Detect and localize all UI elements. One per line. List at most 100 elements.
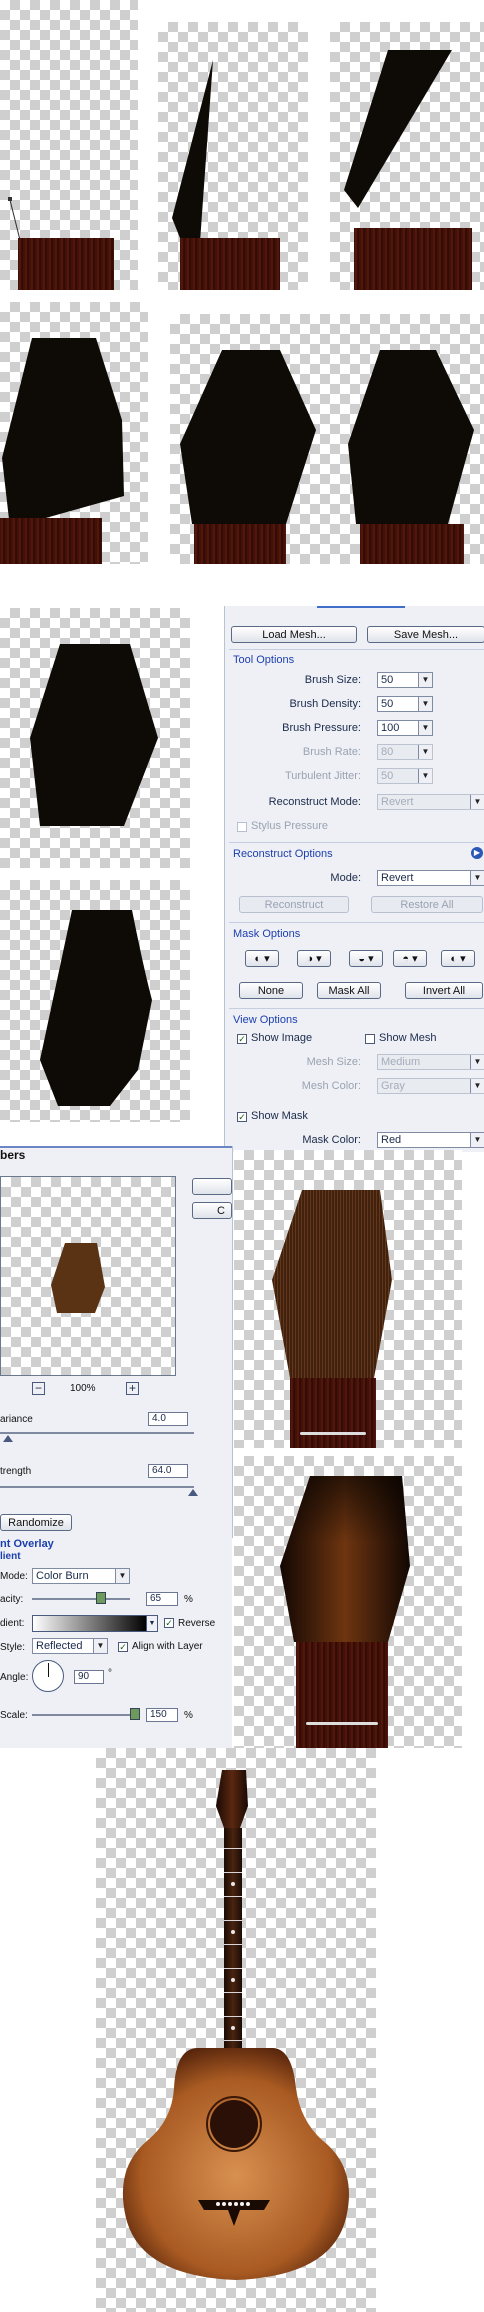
brush-pressure-label: Brush Pressure: bbox=[282, 722, 361, 734]
mesh-size-select: Medium ▼ bbox=[377, 1054, 484, 1070]
chevron-down-icon: ▼ bbox=[470, 795, 484, 809]
load-mesh-button[interactable]: Load Mesh... bbox=[231, 626, 357, 643]
chevron-down-icon[interactable]: ▼ bbox=[93, 1639, 107, 1653]
sound-hole bbox=[210, 2100, 258, 2148]
chevron-down-icon[interactable]: ▼ bbox=[470, 1133, 484, 1147]
view-options-title: View Options bbox=[233, 1014, 298, 1026]
reverse-checkbox[interactable]: ✓ bbox=[164, 1618, 174, 1628]
tool-options-title: Tool Options bbox=[233, 654, 295, 666]
reverse-label[interactable]: Reverse bbox=[178, 1618, 215, 1629]
reconstruct-options-title: Reconstruct Options bbox=[233, 848, 333, 860]
reconstruct-mode-label: Reconstruct Mode: bbox=[268, 796, 361, 808]
scale-unit: % bbox=[184, 1710, 193, 1721]
liquify-after-shape bbox=[40, 910, 152, 1106]
layer-style-title: nt Overlay bbox=[0, 1538, 54, 1550]
headstock bbox=[216, 1770, 248, 1828]
show-mesh-checkbox[interactable] bbox=[365, 1034, 375, 1044]
brush-rate-field: 80 ▼ bbox=[377, 744, 433, 760]
invert-selection-icon[interactable]: ◐ ▾ bbox=[441, 950, 475, 967]
guitar-neck-base bbox=[290, 1378, 376, 1448]
restore-all-button: Restore All bbox=[371, 896, 483, 913]
subtract-from-selection-icon[interactable]: ◒ ▾ bbox=[349, 950, 383, 967]
liquify-after-canvas bbox=[0, 880, 190, 1122]
fibers-preview-shape bbox=[51, 1243, 105, 1313]
chevron-down-icon[interactable]: ▼ bbox=[146, 1615, 158, 1632]
chevron-down-icon[interactable]: ▼ bbox=[418, 673, 432, 687]
show-image-label[interactable]: Show Image bbox=[251, 1032, 312, 1044]
ok-button[interactable] bbox=[192, 1178, 232, 1195]
step1-canvas bbox=[0, 0, 138, 290]
liquify-panel: Load Mesh... Save Mesh... Tool Options B… bbox=[224, 606, 484, 1152]
chevron-down-icon[interactable]: ▼ bbox=[418, 721, 432, 735]
variance-slider-track[interactable] bbox=[0, 1432, 194, 1434]
strength-label: trength bbox=[0, 1466, 32, 1477]
show-image-checkbox[interactable]: ✓ bbox=[237, 1034, 247, 1044]
opacity-unit: % bbox=[184, 1594, 193, 1605]
guitar-illustration bbox=[122, 1770, 349, 2280]
brush-pressure-field[interactable]: 100 ▼ bbox=[377, 720, 433, 736]
chevron-down-icon[interactable]: ▼ bbox=[418, 697, 432, 711]
gradient-swatch[interactable] bbox=[32, 1615, 148, 1632]
guitar-neck-base bbox=[360, 524, 464, 564]
randomize-button[interactable]: Randomize bbox=[0, 1514, 72, 1531]
zoom-level: 100% bbox=[70, 1383, 96, 1394]
opacity-slider-thumb[interactable] bbox=[96, 1592, 106, 1604]
angle-dial-needle bbox=[48, 1663, 49, 1677]
show-mask-label[interactable]: Show Mask bbox=[251, 1110, 308, 1122]
gradient-style-select[interactable]: Reflected ▼ bbox=[32, 1638, 108, 1654]
expand-arrow-icon[interactable]: ▶ bbox=[471, 847, 483, 859]
scale-slider-thumb[interactable] bbox=[130, 1708, 140, 1720]
reconstruct-button: Reconstruct bbox=[239, 896, 349, 913]
mask-all-button[interactable]: Mask All bbox=[317, 982, 381, 999]
angle-input[interactable]: 90 bbox=[74, 1670, 104, 1684]
angle-dial[interactable] bbox=[32, 1660, 64, 1692]
gradient-subtitle: lient bbox=[0, 1551, 21, 1562]
fret-highlight bbox=[300, 1432, 366, 1435]
strength-slider-thumb[interactable] bbox=[188, 1489, 198, 1496]
variance-label: ariance bbox=[0, 1414, 33, 1425]
brush-density-field[interactable]: 50 ▼ bbox=[377, 696, 433, 712]
intersect-selection-icon[interactable]: ◓ ▾ bbox=[393, 950, 427, 967]
mask-color-select[interactable]: Red ▼ bbox=[377, 1132, 484, 1148]
liquify-before-shape bbox=[30, 644, 158, 826]
blend-mode-select[interactable]: Color Burn ▼ bbox=[32, 1568, 130, 1584]
show-mask-checkbox[interactable]: ✓ bbox=[237, 1112, 247, 1122]
stylus-pressure-label: Stylus Pressure bbox=[251, 820, 329, 832]
turbulent-jitter-label: Turbulent Jitter: bbox=[284, 770, 361, 782]
zoom-in-icon[interactable]: + bbox=[126, 1382, 139, 1395]
variance-slider-thumb[interactable] bbox=[3, 1435, 13, 1442]
reconstruct-mode-label-2: Mode: bbox=[330, 872, 361, 884]
angle-label: Angle: bbox=[0, 1672, 29, 1683]
dialog-title-bar bbox=[0, 1146, 232, 1148]
brush-density-label: Brush Density: bbox=[289, 698, 361, 710]
chevron-down-icon[interactable]: ▼ bbox=[115, 1569, 129, 1583]
align-with-layer-checkbox[interactable]: ✓ bbox=[118, 1642, 128, 1652]
angle-unit: ° bbox=[108, 1668, 112, 1679]
mask-none-button[interactable]: None bbox=[239, 982, 303, 999]
wood-result-2 bbox=[234, 1456, 462, 1748]
zoom-out-icon[interactable]: − bbox=[32, 1382, 45, 1395]
cancel-button[interactable]: C bbox=[192, 1202, 232, 1219]
scale-slider-track[interactable] bbox=[32, 1714, 138, 1716]
strength-input[interactable]: 64.0 bbox=[148, 1464, 188, 1478]
mesh-color-label: Mesh Color: bbox=[301, 1080, 361, 1092]
show-mesh-label[interactable]: Show Mesh bbox=[379, 1032, 436, 1044]
chevron-down-icon: ▼ bbox=[418, 769, 432, 783]
chevron-down-icon[interactable]: ▼ bbox=[470, 871, 484, 885]
strength-slider-track[interactable] bbox=[0, 1486, 194, 1488]
mesh-size-label: Mesh Size: bbox=[306, 1056, 361, 1068]
step3-canvas bbox=[330, 22, 484, 290]
reconstruct-mode-select-2[interactable]: Revert ▼ bbox=[377, 870, 484, 886]
invert-all-button[interactable]: Invert All bbox=[405, 982, 483, 999]
brush-size-field[interactable]: 50 ▼ bbox=[377, 672, 433, 688]
style-label: Style: bbox=[0, 1642, 26, 1653]
opacity-input[interactable]: 65 bbox=[146, 1592, 178, 1606]
chevron-down-icon: ▼ bbox=[470, 1079, 484, 1093]
add-to-selection-icon[interactable]: ◑ ▾ bbox=[297, 950, 331, 967]
opacity-slider-track[interactable] bbox=[32, 1598, 130, 1600]
scale-input[interactable]: 150 bbox=[146, 1708, 178, 1722]
variance-input[interactable]: 4.0 bbox=[148, 1412, 188, 1426]
align-with-layer-label[interactable]: Align with Layer bbox=[132, 1641, 203, 1652]
save-mesh-button[interactable]: Save Mesh... bbox=[367, 626, 484, 643]
replace-selection-icon[interactable]: ◐ ▾ bbox=[245, 950, 279, 967]
